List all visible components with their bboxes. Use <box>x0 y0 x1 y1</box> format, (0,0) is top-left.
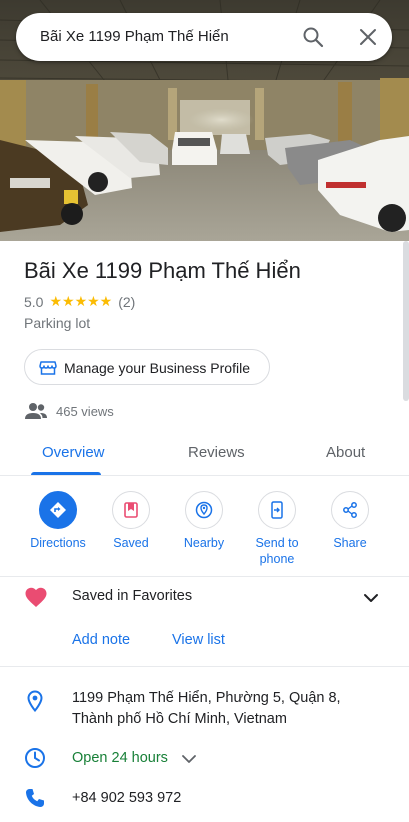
place-title: Bãi Xe 1199 Phạm Thế Hiển <box>24 258 301 283</box>
search-icon[interactable] <box>301 25 325 49</box>
star-rating-icon: ★★★★★ <box>49 293 113 309</box>
divider <box>0 576 409 577</box>
address-text: 1199 Phạm Thế Hiển, Phường 5, Quận 8, Th… <box>72 690 341 727</box>
heart-icon <box>25 587 47 607</box>
phone-number: +84 902 593 972 <box>72 790 182 806</box>
add-note-link[interactable]: Add note <box>72 632 130 648</box>
chevron-down-icon[interactable] <box>362 589 380 607</box>
tab-about[interactable]: About <box>326 444 365 461</box>
saved-list-row[interactable]: Saved in Favorites <box>0 584 409 610</box>
close-icon[interactable] <box>356 25 380 49</box>
views-count: 465 views <box>56 404 114 419</box>
nearby-label: Nearby <box>183 536 225 550</box>
phone-icon <box>26 789 44 807</box>
tab-reviews[interactable]: Reviews <box>188 444 245 461</box>
bookmark-icon <box>124 502 138 518</box>
search-bar[interactable]: Bãi Xe 1199 Phạm Thế Hiển <box>16 13 392 61</box>
people-icon <box>25 403 47 419</box>
chevron-down-icon[interactable] <box>181 753 197 765</box>
view-list-link[interactable]: View list <box>172 632 225 648</box>
saved-button[interactable]: Saved <box>91 491 171 551</box>
send-to-phone-button[interactable]: Send to phone <box>237 491 317 567</box>
saved-label: Saved <box>113 536 149 550</box>
active-tab-indicator <box>31 472 101 475</box>
nearby-icon <box>195 501 213 519</box>
send-to-phone-label: Send to phone <box>255 536 299 566</box>
nearby-button[interactable]: Nearby <box>164 491 244 551</box>
directions-button[interactable]: Directions <box>18 491 98 551</box>
place-category[interactable]: Parking lot <box>24 315 90 331</box>
share-label: Share <box>333 536 367 550</box>
tab-bar: Overview Reviews About <box>0 430 409 476</box>
share-icon <box>343 502 357 518</box>
share-button[interactable]: Share <box>310 491 390 551</box>
saved-list-name: Saved in Favorites <box>72 588 193 604</box>
storefront-icon <box>39 361 57 375</box>
rating-row[interactable]: 5.0 ★★★★★ (2) <box>24 293 135 310</box>
send-to-phone-icon <box>271 501 283 519</box>
rating-value: 5.0 <box>24 293 44 310</box>
divider <box>0 666 409 667</box>
directions-label: Directions <box>30 536 86 550</box>
manage-business-profile-label: Manage your Business Profile <box>64 360 250 376</box>
manage-business-profile-button[interactable]: Manage your Business Profile <box>24 349 270 385</box>
location-pin-icon <box>27 690 43 712</box>
review-count[interactable]: (2) <box>118 294 135 310</box>
hours-text: Open 24 hours <box>72 750 168 766</box>
search-input[interactable]: Bãi Xe 1199 Phạm Thế Hiển <box>40 28 229 45</box>
views-row: 465 views <box>24 401 114 421</box>
scrollbar[interactable] <box>403 241 409 401</box>
tab-overview[interactable]: Overview <box>42 444 105 461</box>
clock-icon <box>25 748 45 768</box>
directions-icon <box>50 502 66 518</box>
